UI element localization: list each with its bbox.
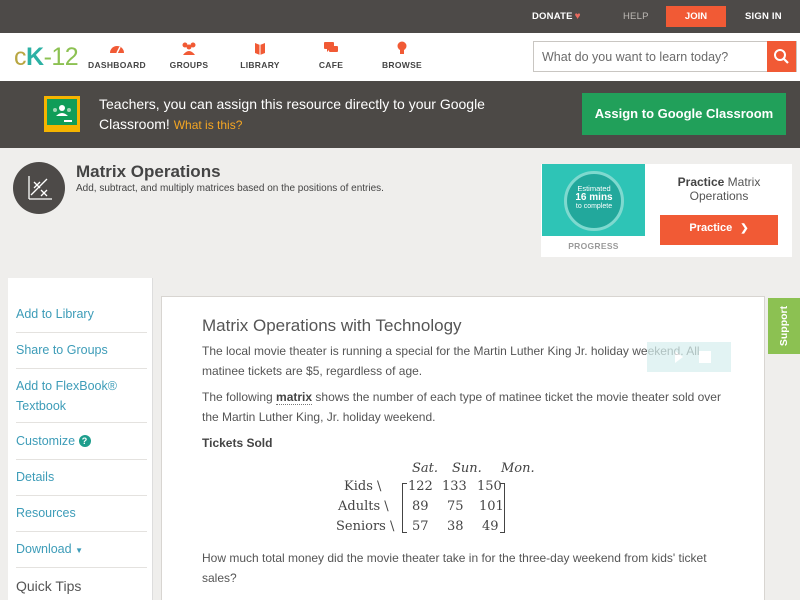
browse-icon (397, 41, 407, 54)
matrix-cell: 49 (482, 519, 499, 534)
heart-icon: ♥ (574, 11, 581, 22)
matrix-term-link[interactable]: matrix (276, 390, 313, 405)
matrix-cell: 133 (442, 479, 467, 494)
p2-before: The following (202, 390, 277, 404)
nav-dashboard[interactable]: DASHBOARD (82, 41, 152, 70)
matrix-left-bracket (402, 483, 407, 533)
sidebar-item-share-to-groups[interactable]: Share to Groups (16, 340, 147, 369)
search-input[interactable] (534, 42, 768, 71)
matrix-row-label: Seniors \ (336, 519, 395, 534)
sidebar-item-customize[interactable]: Customize ? (16, 431, 147, 460)
matrix-cell: 57 (412, 519, 429, 534)
matrix-cell: 150 (477, 479, 502, 494)
donate-label: DONATE (532, 11, 573, 22)
classroom-text: Teachers, you can assign this resource d… (99, 96, 485, 132)
progress-label: PROGRESS (568, 241, 619, 251)
logo-n: -12 (43, 43, 79, 71)
article-paragraph-2: The following matrix shows the number of… (202, 388, 732, 427)
chevron-right-icon: ❯ (740, 223, 749, 234)
matrix-col-header: Sat. (412, 461, 439, 476)
help-icon[interactable]: ? (78, 435, 91, 447)
play-overlay-button[interactable] (647, 342, 731, 372)
nav-groups-label: GROUPS (169, 60, 209, 70)
join-button[interactable]: JOIN (666, 6, 726, 27)
matrix-concept-icon (13, 162, 65, 214)
nav-library[interactable]: LIBRARY (225, 41, 295, 70)
nav-dashboard-label: DASHBOARD (88, 60, 146, 70)
support-label: Support (778, 305, 790, 347)
estimated-time-badge: Estimated 16 mins to complete (564, 171, 624, 231)
matrix-cell: 101 (479, 499, 504, 514)
matrix-cell: 89 (412, 499, 429, 514)
sidebar-item-resources[interactable]: Resources (16, 503, 147, 532)
nav-cafe[interactable]: CAFE (296, 41, 366, 70)
concept-description: Add, subtract, and multiply matrices bas… (76, 183, 384, 194)
customize-label: Customize (16, 434, 76, 448)
library-icon (255, 43, 265, 55)
tickets-sold-label: Tickets Sold (202, 436, 273, 450)
nav-browse[interactable]: BROWSE (367, 41, 437, 70)
dashboard-icon (110, 46, 124, 54)
caret-down-icon: ▼ (75, 546, 83, 555)
practice-button[interactable]: Practice ❯ (660, 215, 778, 245)
article-content: Matrix Operations with Technology The lo… (161, 296, 765, 600)
nav-cafe-label: CAFE (318, 60, 344, 70)
google-classroom-banner: Teachers, you can assign this resource d… (0, 81, 800, 148)
groups-icon (182, 42, 196, 55)
article-title: Matrix Operations with Technology (202, 316, 462, 335)
sidebar-item-details[interactable]: Details (16, 467, 147, 496)
matrix-row-label: Adults \ (338, 499, 389, 514)
help-link[interactable]: HELP (623, 11, 649, 22)
matrix-cell: 75 (447, 499, 464, 514)
ck12-logo[interactable]: cK-12 (14, 43, 79, 72)
practice-title: Practice Matrix Operations (659, 175, 779, 203)
play-icon (675, 351, 711, 363)
search-box (533, 41, 797, 72)
to-complete-label: to complete (575, 203, 613, 210)
sidebar-item-add-to-library[interactable]: Add to Library (16, 304, 147, 333)
support-tab[interactable]: Support (768, 298, 800, 354)
practice-button-label: Practice (689, 222, 733, 234)
cafe-icon (324, 42, 338, 52)
nav-bar: cK-12 DASHBOARD GROUPS LIBRARY CAFE BROW… (0, 33, 800, 81)
top-bar: DONATE ♥ HELP JOIN SIGN IN (0, 0, 800, 33)
sign-in-link[interactable]: SIGN IN (745, 11, 782, 22)
article-question: How much total money did the movie theat… (202, 551, 707, 585)
practice-card: Estimated 16 mins to complete PROGRESS P… (541, 164, 792, 257)
google-classroom-icon (44, 96, 80, 132)
quick-tips-heading: Quick Tips (16, 578, 82, 594)
donate-link[interactable]: DONATE ♥ (532, 11, 581, 22)
sidebar-item-add-to-flexbook[interactable]: Add to FlexBook® Textbook (16, 376, 147, 423)
estimated-mins: 16 mins (575, 192, 613, 203)
nav-browse-label: BROWSE (381, 60, 423, 70)
nav-groups[interactable]: GROUPS (154, 41, 224, 70)
search-icon (774, 49, 789, 64)
assign-google-classroom-button[interactable]: Assign to Google Classroom (582, 93, 786, 135)
search-button[interactable] (767, 41, 796, 72)
matrix-cell: 38 (447, 519, 464, 534)
what-is-this-link[interactable]: What is this? (174, 118, 243, 132)
sidebar-item-download[interactable]: Download ▼ (16, 539, 147, 568)
matrix-col-header: Mon. (501, 461, 535, 476)
practice-thumbnail: Estimated 16 mins to complete (542, 164, 645, 236)
concept-title: Matrix Operations (76, 162, 221, 181)
nav-library-label: LIBRARY (240, 60, 280, 70)
matrix-cell: 122 (408, 479, 433, 494)
matrix-col-header: Sun. (452, 461, 482, 476)
logo-k: K (26, 43, 44, 71)
download-label: Download (16, 542, 72, 556)
matrix-row-label: Kids \ (344, 479, 382, 494)
classroom-message: Teachers, you can assign this resource d… (99, 94, 499, 135)
logo-c: c (14, 43, 27, 71)
sidebar: Add to Library Share to Groups Add to Fl… (8, 278, 153, 600)
practice-title-bold: Practice (677, 175, 725, 189)
